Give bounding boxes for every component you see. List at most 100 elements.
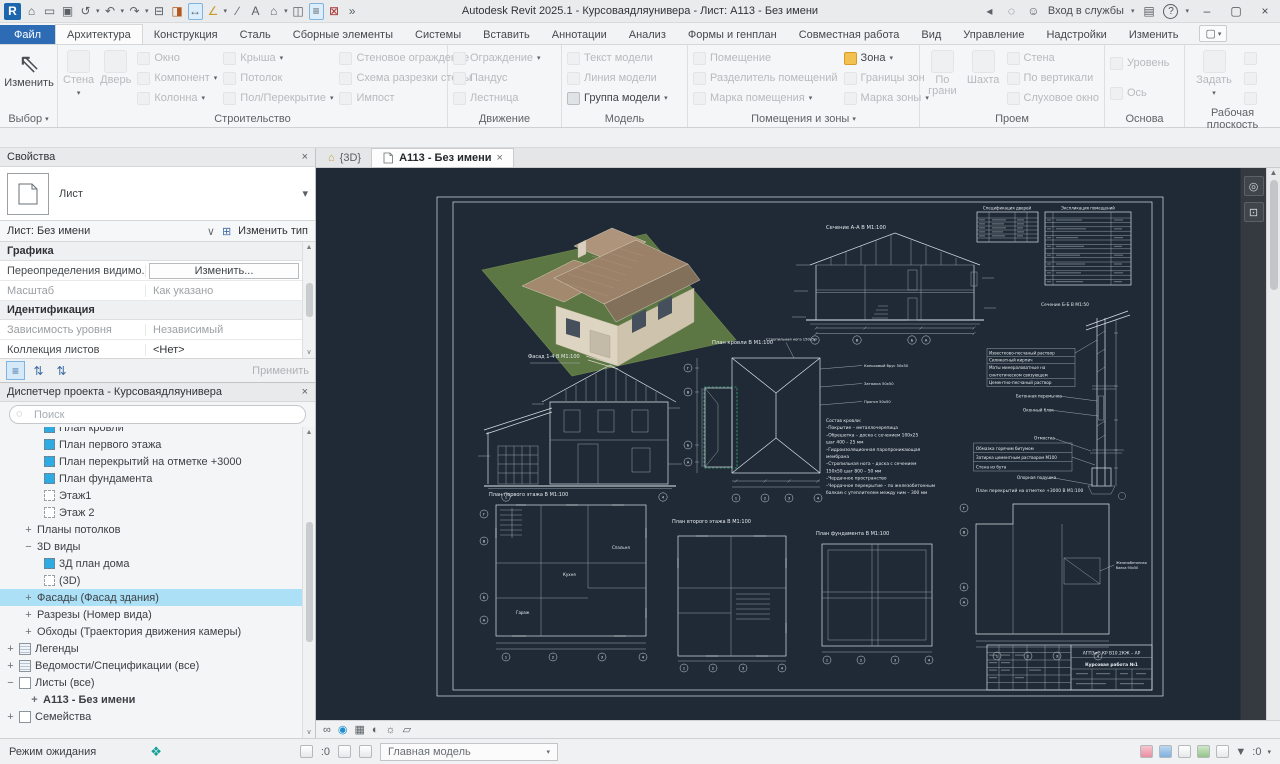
tab-annotate[interactable]: Аннотации (541, 25, 618, 44)
tree-item-view[interactable]: План кровли (0, 427, 315, 436)
app-store-icon[interactable]: ▤ (1141, 3, 1156, 20)
tab-file[interactable]: Файл (0, 25, 55, 44)
type-selector-caret-icon[interactable]: ▾ (302, 187, 308, 200)
restore-button[interactable]: ▢ (1225, 4, 1247, 18)
tab-addins[interactable]: Надстройки (1035, 25, 1117, 44)
view-caret-icon[interactable]: ▾ (284, 7, 288, 15)
tree-item-sheet-a113[interactable]: +A113 - Без имени (0, 691, 315, 708)
measure-icon[interactable]: ∠ (206, 3, 221, 20)
browser-search-input[interactable] (9, 405, 306, 424)
dormer-button[interactable]: Слуховое окно (1007, 90, 1100, 107)
view-foundation-plan[interactable]: План фундамента В М1:100 1 2 3 4 (816, 531, 933, 664)
text-icon[interactable]: A (248, 3, 263, 20)
crop-view-icon[interactable]: ▱ (403, 722, 411, 738)
model-group-button[interactable]: Группа модели▾ (567, 90, 668, 107)
tree-item-view[interactable]: План перекрытий на отметке +3000 (0, 453, 315, 470)
edit-type-button[interactable]: Изменить тип (238, 225, 308, 237)
tree-item-view[interactable]: Этаж 2 (0, 504, 315, 521)
shaft-button[interactable]: Шахта (966, 47, 1001, 109)
floor-button[interactable]: Пол/Перекрытие▾ (223, 90, 333, 107)
tab-analyze[interactable]: Анализ (618, 25, 677, 44)
scale-icon[interactable]: ∞ (323, 722, 331, 738)
table-door-spec[interactable]: Спецификация дверей (977, 206, 1038, 243)
room-button[interactable]: Помещение (693, 50, 838, 67)
scroll-up-icon[interactable]: ▲ (1270, 168, 1278, 177)
area-button[interactable]: Зона▾ (844, 50, 929, 67)
scroll-thumb[interactable] (1270, 180, 1278, 290)
tab-architecture[interactable]: Архитектура (55, 24, 143, 44)
wall-button[interactable]: Стена▾ (63, 47, 94, 109)
vertical-opening-button[interactable]: По вертикали (1007, 70, 1100, 87)
view-tab-close-icon[interactable]: × (497, 152, 503, 164)
browser-close-icon[interactable]: × (302, 386, 308, 398)
tree-group-ceiling-plans[interactable]: +Планы потолков (0, 521, 315, 538)
model-line-icon[interactable]: ∕ (230, 3, 245, 20)
grid-button[interactable]: Ось (1110, 85, 1169, 102)
model-line-button[interactable]: Линия модели (567, 70, 668, 87)
help-icon[interactable]: ? (1163, 4, 1178, 19)
tab-massing[interactable]: Формы и генплан (677, 25, 788, 44)
sort-za-button[interactable]: ⇅ (52, 361, 71, 380)
sign-in-label[interactable]: Вход в службы (1048, 5, 1124, 17)
railing-button[interactable]: Ограждение▾ (453, 50, 541, 67)
active-workset-select[interactable]: Главная модель▾ (380, 743, 558, 761)
show-workplane-button[interactable] (1244, 50, 1257, 67)
thin-lines-icon[interactable]: ≡ (309, 3, 324, 20)
tree-group-sheets[interactable]: −Листы (все) (0, 674, 315, 691)
tree-group-schedules[interactable]: +Ведомости/Спецификации (все) (0, 657, 315, 674)
worksets-icon[interactable] (338, 745, 351, 758)
tree-item-view[interactable]: План фундамента (0, 470, 315, 487)
pin-icon[interactable] (1216, 745, 1229, 758)
drawing-area[interactable]: Фасад 1-4 В М1:100 (316, 168, 1280, 720)
view-floor1-plan[interactable]: План первого этажа В М1:100 Спальня Кухн… (480, 492, 647, 661)
print-icon[interactable]: ⊟ (152, 3, 167, 20)
minimize-button[interactable]: – (1196, 4, 1218, 18)
section-identity[interactable]: Идентификация (7, 304, 95, 316)
window-button[interactable]: Окно (137, 50, 217, 67)
tab-collaborate[interactable]: Совместная работа (788, 25, 911, 44)
open-icon[interactable]: ▭ (42, 3, 57, 20)
ceiling-button[interactable]: Потолок (223, 70, 333, 87)
view-section-aa[interactable]: Сечение А-А В М1:100 Г (792, 225, 996, 344)
display-constraints-icon[interactable] (1178, 745, 1191, 758)
sun-path-icon[interactable]: ☼ (386, 722, 396, 738)
text-roof-composition[interactable]: Состав кровли: –Покрытие – металлочерепи… (826, 418, 935, 496)
measure-caret-icon[interactable]: ▾ (224, 7, 228, 15)
wall-opening-button[interactable]: Стена (1007, 50, 1100, 67)
aligned-dimension-icon[interactable]: ↔ (188, 3, 203, 20)
reveal-hidden-icon[interactable]: ◉ (338, 722, 348, 738)
undo-icon[interactable]: ↶ (103, 3, 118, 20)
filter-icon[interactable]: ▼ (1235, 746, 1246, 758)
tree-item-view[interactable]: План первого этажа (0, 436, 315, 453)
room-separator-button[interactable]: Разделитель помещений (693, 70, 838, 87)
sign-in-caret-icon[interactable]: ▾ (1131, 7, 1135, 15)
tree-group-3d-views[interactable]: −3D виды (0, 538, 315, 555)
apply-button[interactable]: Применить (252, 365, 309, 377)
sheet-collection-value[interactable]: <Нет> (146, 344, 315, 356)
customize-qat-icon[interactable]: » (345, 3, 360, 20)
close-button[interactable]: × (1254, 4, 1276, 18)
tree-item-view[interactable]: (3D) (0, 572, 315, 589)
properties-scrollbar[interactable]: ▲∨ (302, 242, 315, 358)
sheet-title-block[interactable]: АГПЗиС КР В10.2КЖ – АР Курсовая работа №… (987, 645, 1152, 690)
redo-caret-icon[interactable]: ▾ (145, 7, 149, 15)
tree-group-sections[interactable]: +Разрезы (Номер вида) (0, 606, 315, 623)
opening-by-face-button[interactable]: По грани (925, 47, 960, 109)
view-elevation[interactable]: 1 4 (478, 365, 682, 501)
ramp-button[interactable]: Пандус (453, 70, 541, 87)
help-caret-icon[interactable]: ▾ (1185, 7, 1189, 15)
view-tab-a113[interactable]: A113 - Без имени× (371, 148, 514, 167)
search-icon[interactable]: ◌ (1004, 3, 1019, 20)
tab-insert[interactable]: Вставить (472, 25, 541, 44)
panel-select-label[interactable]: Выбор▾ (0, 111, 57, 127)
zoom-tool-icon[interactable]: ⊡ (1244, 202, 1264, 222)
tab-systems[interactable]: Системы (404, 25, 472, 44)
tree-group-elevations[interactable]: +Фасады (Фасад здания) (0, 589, 315, 606)
close-hidden-windows-icon[interactable]: ⊠ (327, 3, 342, 20)
component-button[interactable]: Компонент▾ (137, 70, 217, 87)
default-3d-view-icon[interactable]: ⌂ (266, 3, 281, 20)
ribbon-display-toggle[interactable]: ▢▾ (1199, 25, 1227, 42)
browser-scrollbar[interactable]: ▲∨ (302, 427, 315, 738)
view-section-bb[interactable]: Сечение Б-Б В М1:50 Известково-песчаный … (974, 302, 1131, 500)
modify-button[interactable]: ⇖ Изменить (5, 47, 53, 109)
